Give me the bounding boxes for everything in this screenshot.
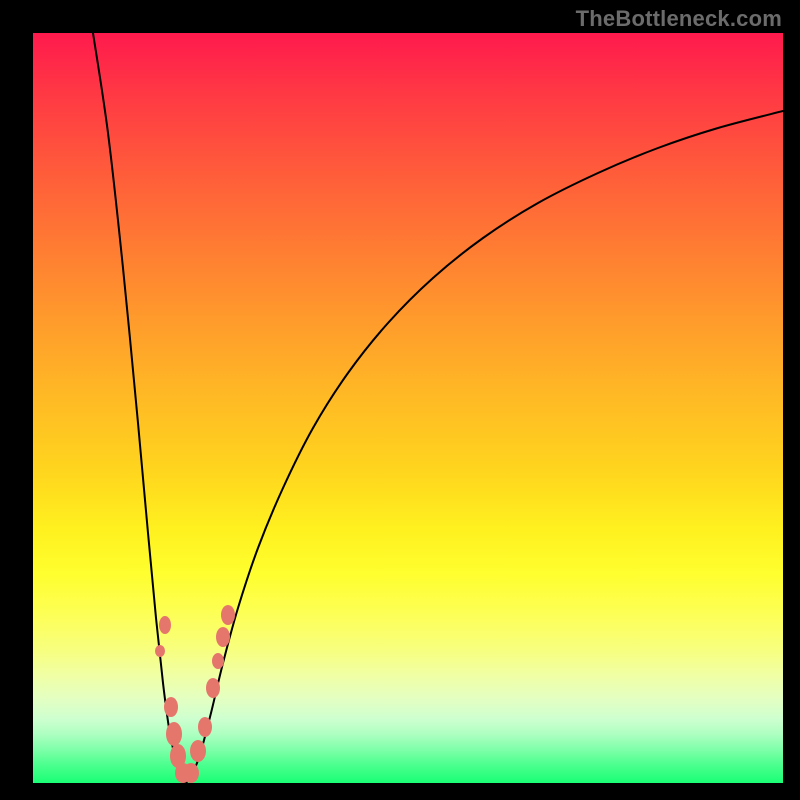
chart-frame: TheBottleneck.com <box>0 0 800 800</box>
data-marker <box>198 717 212 737</box>
bottleneck-curve <box>93 33 783 783</box>
data-marker <box>159 616 171 634</box>
data-marker <box>216 627 230 647</box>
data-marker <box>155 645 165 657</box>
watermark-text: TheBottleneck.com <box>576 6 782 32</box>
plot-area <box>33 33 783 783</box>
data-marker <box>221 605 235 625</box>
data-marker <box>212 653 224 669</box>
data-marker <box>183 763 199 783</box>
data-markers <box>155 605 235 783</box>
data-marker <box>190 740 206 762</box>
data-marker <box>164 697 178 717</box>
data-marker <box>166 722 182 746</box>
curve-layer <box>33 33 783 783</box>
data-marker <box>206 678 220 698</box>
